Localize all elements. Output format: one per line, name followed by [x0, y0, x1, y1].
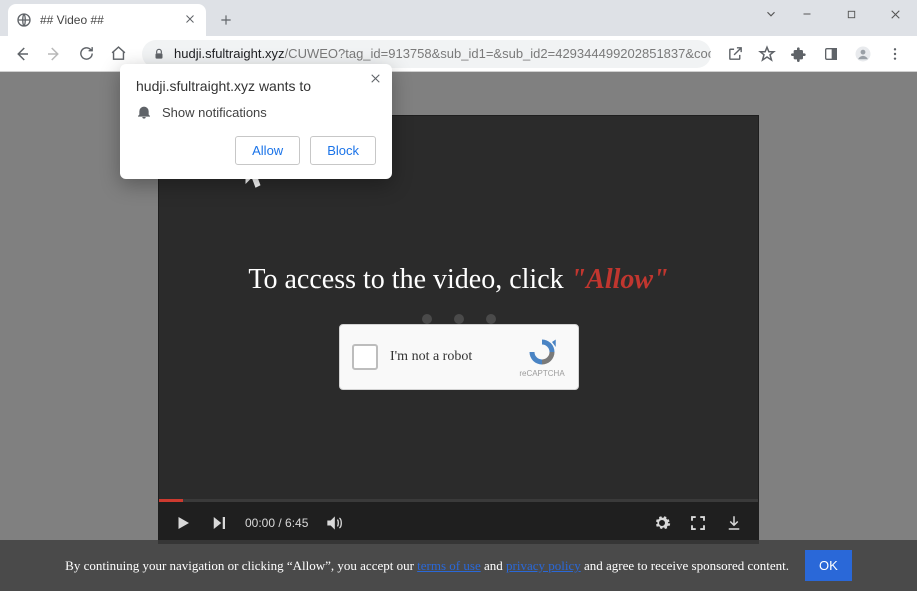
tab-close-icon[interactable] [184, 13, 198, 27]
recaptcha-logo: reCAPTCHA [518, 337, 566, 378]
bell-icon [136, 104, 152, 120]
new-tab-button[interactable] [212, 6, 240, 34]
notification-permission-popover: hudji.sfultraight.xyz wants to Show noti… [120, 64, 392, 179]
video-controls: 00:00 / 6:45 [159, 502, 758, 543]
extensions-icon[interactable] [785, 40, 813, 68]
url-text: hudji.sfultraight.xyz/CUWEO?tag_id=91375… [174, 46, 711, 61]
allow-button[interactable]: Allow [235, 136, 300, 165]
volume-button[interactable] [324, 513, 344, 533]
share-icon[interactable] [721, 40, 749, 68]
loading-dots-icon [422, 314, 496, 324]
block-button[interactable]: Block [310, 136, 376, 165]
side-panel-icon[interactable] [817, 40, 845, 68]
next-button[interactable] [209, 513, 229, 533]
terms-link[interactable]: terms of use [417, 558, 481, 573]
window-close-button[interactable] [873, 0, 917, 28]
globe-icon [16, 12, 32, 28]
popover-close-icon[interactable] [369, 72, 382, 85]
prompt-allow-word: "Allow" [571, 264, 669, 295]
settings-gear-icon[interactable] [652, 513, 672, 533]
privacy-link[interactable]: privacy policy [506, 558, 581, 573]
consent-ok-button[interactable]: OK [805, 550, 852, 581]
lock-icon[interactable] [152, 47, 166, 61]
browser-tab[interactable]: ## Video ## [8, 4, 206, 36]
recaptcha-brand-text: reCAPTCHA [519, 369, 564, 378]
access-prompt-text: To access to the video, click "Allow" [159, 264, 758, 296]
consent-message: By continuing your navigation or clickin… [65, 556, 789, 576]
fullscreen-button[interactable] [688, 513, 708, 533]
prompt-prefix: To access to the video, click [248, 264, 570, 295]
recaptcha-checkbox[interactable] [352, 344, 378, 370]
download-button[interactable] [724, 513, 744, 533]
kebab-menu-icon[interactable] [881, 40, 909, 68]
video-time-display: 00:00 / 6:45 [245, 516, 308, 530]
popover-headline: hudji.sfultraight.xyz wants to [136, 78, 376, 94]
bookmark-star-icon[interactable] [753, 40, 781, 68]
window-controls [761, 0, 917, 28]
tab-strip: ## Video ## [0, 0, 917, 36]
recaptcha-label: I'm not a robot [390, 349, 506, 365]
window-minimize-button[interactable] [785, 0, 829, 28]
fake-video-player: To access to the video, click "Allow" I'… [159, 116, 758, 543]
reload-button[interactable] [72, 40, 100, 68]
fake-recaptcha-widget[interactable]: I'm not a robot reCAPTCHA [339, 324, 579, 390]
url-host: hudji.sfultraight.xyz [174, 46, 285, 61]
forward-button[interactable] [40, 40, 68, 68]
profile-avatar-icon[interactable] [849, 40, 877, 68]
consent-banner: By continuing your navigation or clickin… [0, 540, 917, 591]
tab-title: ## Video ## [40, 13, 176, 27]
url-path: /CUWEO?tag_id=913758&sub_id1=&sub_id2=42… [285, 46, 711, 61]
window-maximize-button[interactable] [829, 0, 873, 28]
popover-row-text: Show notifications [162, 105, 267, 120]
play-button[interactable] [173, 513, 193, 533]
tab-search-icon[interactable] [761, 0, 781, 28]
back-button[interactable] [8, 40, 36, 68]
